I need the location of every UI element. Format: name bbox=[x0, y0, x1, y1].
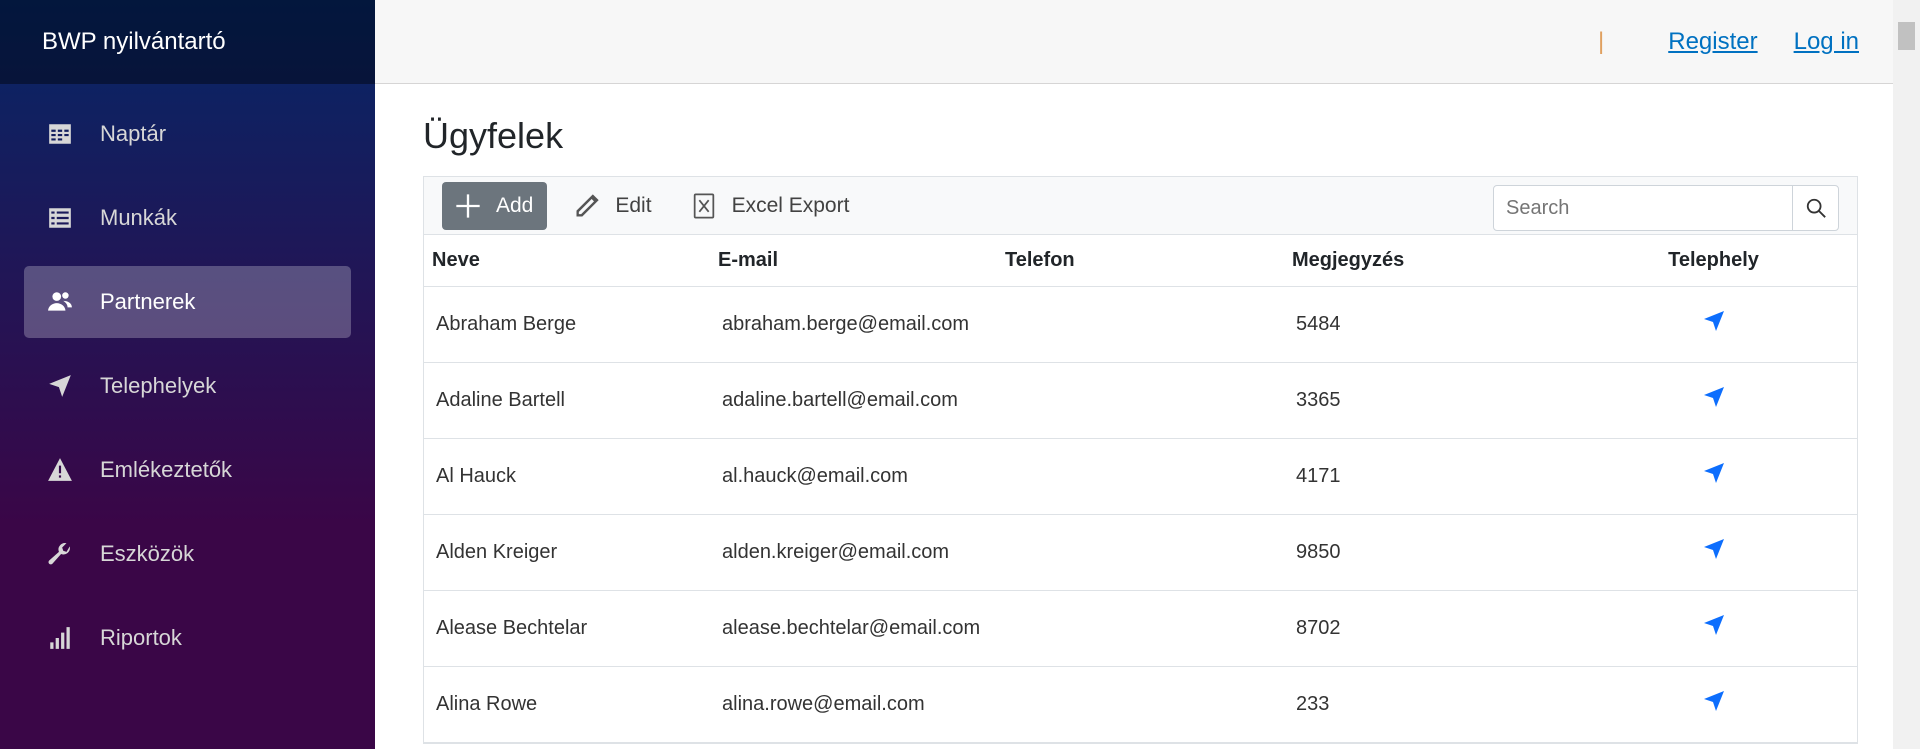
top-bar: | Register Log in bbox=[375, 0, 1893, 84]
column-header-note[interactable]: Megjegyzés bbox=[1284, 235, 1570, 287]
cell-site bbox=[1570, 286, 1857, 363]
page-scrollbar[interactable] bbox=[1893, 0, 1920, 749]
cell-site bbox=[1570, 362, 1857, 439]
cell-note: 3365 bbox=[1284, 362, 1570, 439]
excel-file-icon bbox=[693, 192, 714, 219]
cell-phone bbox=[997, 362, 1284, 439]
cell-phone bbox=[997, 286, 1284, 363]
sidebar: BWP nyilvántartó Naptár Munkák Partnerek… bbox=[0, 0, 375, 749]
cell-email: alina.rowe@email.com bbox=[710, 666, 997, 743]
cell-name: Alina Rowe bbox=[424, 666, 710, 743]
login-link[interactable]: Log in bbox=[1794, 28, 1859, 56]
sidebar-item-label: Telephelyek bbox=[100, 373, 217, 398]
sidebar-item-partnerek[interactable]: Partnerek bbox=[24, 266, 351, 338]
separator: | bbox=[1598, 27, 1605, 55]
search-icon bbox=[1806, 198, 1826, 218]
sidebar-item-label: Eszközök bbox=[100, 541, 195, 566]
location-arrow-icon[interactable] bbox=[1702, 689, 1726, 713]
add-button-label: Add bbox=[496, 193, 534, 217]
column-header-email[interactable]: E-mail bbox=[710, 235, 997, 287]
sidebar-item-eszkozok[interactable]: Eszközök bbox=[24, 518, 351, 590]
app-title[interactable]: BWP nyilvántartó bbox=[42, 28, 226, 56]
cell-note: 4171 bbox=[1284, 438, 1570, 515]
search-button[interactable] bbox=[1792, 186, 1838, 230]
cell-phone bbox=[997, 666, 1284, 743]
bar-chart-icon bbox=[46, 624, 74, 652]
excel-export-button[interactable]: Excel Export bbox=[678, 182, 862, 230]
sidebar-item-label: Munkák bbox=[100, 205, 178, 230]
sidebar-item-munkak[interactable]: Munkák bbox=[24, 182, 351, 254]
cell-phone bbox=[997, 438, 1284, 515]
customers-table: Neve E-mail Telefon Megjegyzés Telephely… bbox=[424, 235, 1857, 743]
table-row[interactable]: Abraham Berge abraham.berge@email.com 54… bbox=[424, 286, 1857, 363]
scrollbar-thumb[interactable] bbox=[1898, 22, 1915, 50]
cell-site bbox=[1570, 590, 1857, 667]
sidebar-item-label: Emlékeztetők bbox=[100, 457, 233, 482]
table-header-row: Neve E-mail Telefon Megjegyzés Telephely bbox=[424, 235, 1857, 287]
main-content: Ügyfelek Add Edit Excel Export Search Ne… bbox=[423, 84, 1858, 744]
cell-name: Alden Kreiger bbox=[424, 514, 710, 591]
sidebar-item-label: Partnerek bbox=[100, 289, 196, 314]
cell-site bbox=[1570, 438, 1857, 515]
search-input[interactable] bbox=[1494, 186, 1792, 230]
cell-phone bbox=[997, 590, 1284, 667]
warning-icon bbox=[46, 456, 74, 484]
location-arrow-icon[interactable] bbox=[1702, 385, 1726, 409]
table-row[interactable]: Alease Bechtelar alease.bechtelar@email.… bbox=[424, 590, 1857, 667]
cell-name: Adaline Bartell bbox=[424, 362, 710, 439]
cell-email: alease.bechtelar@email.com bbox=[710, 590, 997, 667]
cell-email: al.hauck@email.com bbox=[710, 438, 997, 515]
people-icon bbox=[46, 288, 74, 316]
calendar-icon bbox=[46, 120, 74, 148]
column-header-site[interactable]: Telephely bbox=[1570, 235, 1857, 287]
location-arrow-icon[interactable] bbox=[1702, 537, 1726, 561]
grid-toolbar: Add Edit Excel Export bbox=[424, 177, 1857, 235]
sidebar-item-emlekeztetok[interactable]: Emlékeztetők bbox=[24, 434, 351, 506]
table-row[interactable]: Alden Kreiger alden.kreiger@email.com 98… bbox=[424, 514, 1857, 591]
cell-phone bbox=[997, 514, 1284, 591]
edit-button-label: Edit bbox=[615, 193, 652, 217]
cell-email: abraham.berge@email.com bbox=[710, 286, 997, 363]
cell-note: 9850 bbox=[1284, 514, 1570, 591]
sidebar-item-label: Naptár bbox=[100, 121, 167, 146]
sidebar-nav: Naptár Munkák Partnerek Telephelyek Emlé… bbox=[0, 84, 375, 674]
cell-site bbox=[1570, 514, 1857, 591]
table-row[interactable]: Adaline Bartell adaline.bartell@email.co… bbox=[424, 362, 1857, 439]
register-link[interactable]: Register bbox=[1668, 28, 1757, 56]
wrench-icon bbox=[46, 540, 74, 568]
brand-bar: BWP nyilvántartó bbox=[0, 0, 375, 84]
sidebar-item-riportok[interactable]: Riportok bbox=[24, 602, 351, 674]
customers-grid: Add Edit Excel Export Search Neve E-mail… bbox=[423, 176, 1858, 744]
cell-name: Abraham Berge bbox=[424, 286, 710, 363]
location-arrow-icon[interactable] bbox=[1702, 461, 1726, 485]
add-button[interactable]: Add bbox=[442, 181, 548, 230]
sidebar-item-telephelyek[interactable]: Telephelyek bbox=[24, 350, 351, 422]
cell-name: Alease Bechtelar bbox=[424, 590, 710, 667]
table-row[interactable]: Al Hauck al.hauck@email.com 4171 bbox=[424, 438, 1857, 515]
cell-note: 233 bbox=[1284, 666, 1570, 743]
plus-icon bbox=[456, 193, 480, 218]
column-header-name[interactable]: Neve bbox=[424, 235, 710, 287]
column-header-phone[interactable]: Telefon bbox=[997, 235, 1284, 287]
search-box bbox=[1493, 185, 1839, 231]
cell-site bbox=[1570, 666, 1857, 743]
sidebar-item-naptar[interactable]: Naptár bbox=[24, 98, 351, 170]
page-title: Ügyfelek bbox=[423, 115, 564, 156]
location-arrow-icon[interactable] bbox=[1702, 613, 1726, 637]
sidebar-item-label: Riportok bbox=[100, 625, 182, 650]
cell-email: alden.kreiger@email.com bbox=[710, 514, 997, 591]
location-arrow-icon bbox=[46, 372, 74, 400]
location-arrow-icon[interactable] bbox=[1702, 309, 1726, 333]
cell-note: 5484 bbox=[1284, 286, 1570, 363]
cell-name: Al Hauck bbox=[424, 438, 710, 515]
edit-button[interactable]: Edit bbox=[561, 182, 663, 230]
excel-export-label: Excel Export bbox=[731, 193, 850, 217]
list-icon bbox=[46, 204, 74, 232]
table-row[interactable]: Alina Rowe alina.rowe@email.com 233 bbox=[424, 666, 1857, 743]
pencil-icon bbox=[576, 193, 600, 216]
cell-email: adaline.bartell@email.com bbox=[710, 362, 997, 439]
cell-note: 8702 bbox=[1284, 590, 1570, 667]
